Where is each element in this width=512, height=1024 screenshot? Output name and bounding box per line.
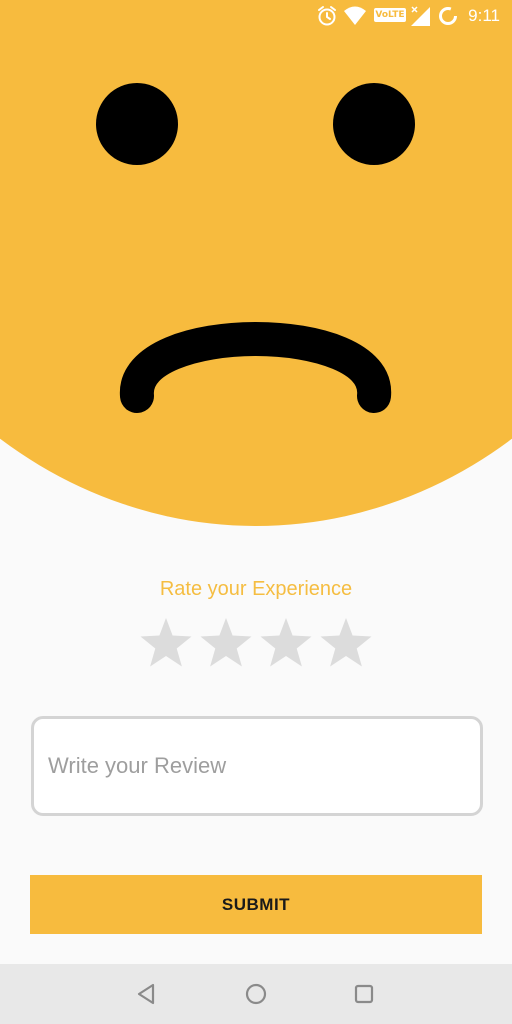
recents-icon[interactable] bbox=[348, 978, 380, 1010]
alarm-icon bbox=[318, 6, 336, 26]
signal-icon bbox=[411, 6, 430, 26]
review-input[interactable] bbox=[34, 719, 480, 813]
wifi-icon bbox=[344, 6, 366, 25]
home-icon[interactable] bbox=[240, 978, 272, 1010]
submit-button[interactable]: SUBMIT bbox=[30, 875, 482, 934]
sad-face bbox=[0, 0, 512, 526]
left-eye bbox=[96, 83, 178, 165]
navigation-bar bbox=[0, 964, 512, 1024]
review-box bbox=[31, 716, 483, 816]
volte-icon: VoLTE bbox=[374, 8, 406, 22]
rate-experience-label: Rate your Experience bbox=[159, 578, 353, 600]
face-circle bbox=[0, 0, 512, 526]
star-4[interactable] bbox=[316, 614, 376, 674]
star-1[interactable] bbox=[136, 614, 196, 674]
status-bar: VoLTE 9:11 bbox=[0, 0, 512, 32]
star-rating[interactable] bbox=[136, 614, 376, 674]
clock: 9:11 bbox=[468, 6, 500, 25]
battery-icon bbox=[439, 7, 457, 25]
star-2[interactable] bbox=[196, 614, 256, 674]
star-3[interactable] bbox=[256, 614, 316, 674]
back-icon[interactable] bbox=[130, 978, 162, 1010]
right-eye bbox=[333, 83, 415, 165]
